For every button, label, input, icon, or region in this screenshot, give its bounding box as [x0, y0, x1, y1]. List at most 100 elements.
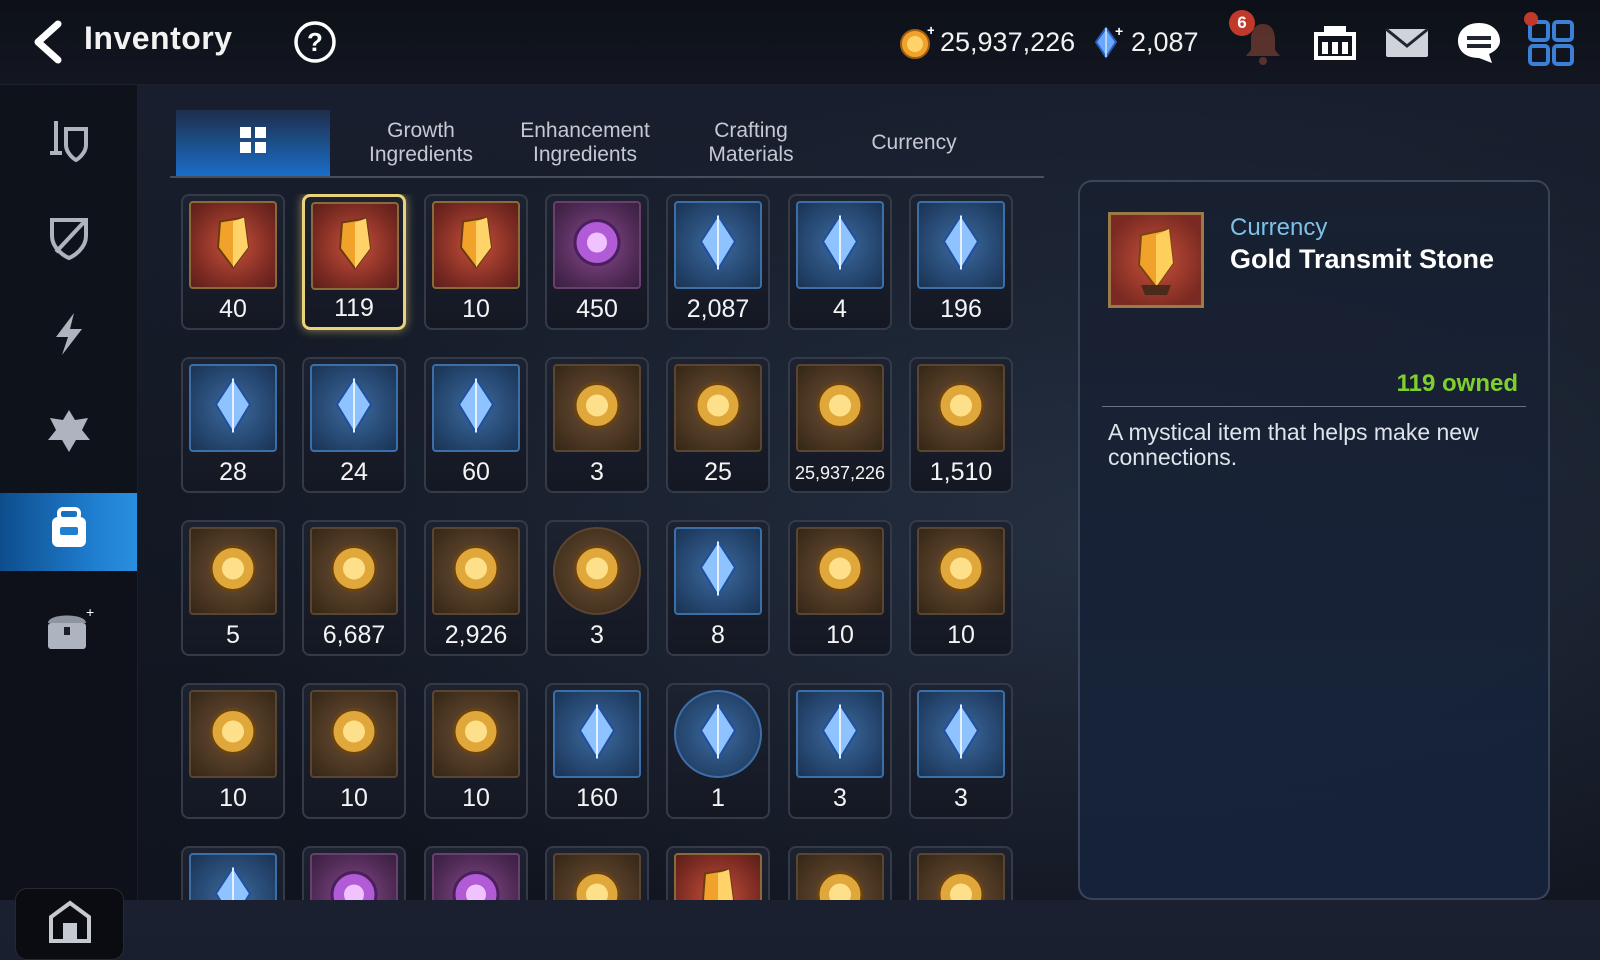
- item-slot[interactable]: 3: [909, 683, 1013, 819]
- item-slot[interactable]: 28: [181, 357, 285, 493]
- gem-currency[interactable]: + 2,087: [1089, 22, 1199, 62]
- item-quantity: 1,510: [929, 458, 993, 486]
- item-slot[interactable]: 25,937,226: [788, 357, 892, 493]
- gold-coin-icon: +: [898, 22, 935, 60]
- item-quantity: 2,926: [444, 621, 508, 649]
- item-slot[interactable]: 196: [909, 194, 1013, 330]
- item-slot[interactable]: 5: [181, 520, 285, 656]
- item-slot[interactable]: 10: [302, 683, 406, 819]
- item-quantity: 160: [576, 784, 618, 812]
- sidebar-item-artifacts[interactable]: [0, 200, 137, 278]
- item-frame: [674, 527, 762, 615]
- item-slot[interactable]: 1,510: [909, 357, 1013, 493]
- sidebar-item-catalysts[interactable]: [0, 297, 137, 375]
- item-slot[interactable]: [302, 846, 406, 900]
- item-slot[interactable]: 2,087: [666, 194, 770, 330]
- sidebar-item-chests[interactable]: +: [0, 593, 137, 671]
- chick-portrait-icon: [562, 534, 632, 609]
- back-arrow-icon[interactable]: [24, 18, 72, 66]
- item-frame: [189, 364, 277, 452]
- item-quantity: 28: [219, 458, 247, 486]
- item-slot[interactable]: 4: [788, 194, 892, 330]
- item-slot[interactable]: 10: [424, 194, 528, 330]
- sidebar-item-equipment[interactable]: [0, 103, 137, 181]
- item-slot[interactable]: 10: [788, 520, 892, 656]
- item-quantity: 450: [576, 295, 618, 323]
- gold-currency[interactable]: + 25,937,226: [898, 22, 1075, 62]
- item-slot[interactable]: [666, 846, 770, 900]
- green-heart-icon: [683, 371, 753, 446]
- mail-icon[interactable]: [1380, 16, 1434, 70]
- detail-divider: [1102, 406, 1526, 407]
- item-quantity: 24: [340, 458, 368, 486]
- item-slot[interactable]: 450: [545, 194, 649, 330]
- item-slot[interactable]: 8: [666, 520, 770, 656]
- item-slot[interactable]: 3: [545, 520, 649, 656]
- tab-enhancement-ingredients[interactable]: Enhancement Ingredients: [504, 110, 666, 176]
- item-slot[interactable]: 3: [545, 357, 649, 493]
- item-frame: [796, 853, 884, 900]
- tab-currency[interactable]: Currency: [834, 110, 994, 176]
- gold-coin-icon: [805, 371, 875, 446]
- item-frame: [432, 364, 520, 452]
- sidebar-item-runes[interactable]: [0, 394, 137, 472]
- gem-amount: 2,087: [1131, 26, 1199, 57]
- item-description: A mystical item that helps make new conn…: [1108, 419, 1479, 470]
- item-frame: [553, 853, 641, 900]
- item-slot[interactable]: 119: [302, 194, 406, 330]
- item-slot[interactable]: 160: [545, 683, 649, 819]
- item-slot[interactable]: 1: [666, 683, 770, 819]
- item-quantity: 40: [219, 295, 247, 323]
- crest-icon: [44, 406, 94, 461]
- svg-text:+: +: [1115, 24, 1123, 39]
- item-category: Currency: [1230, 214, 1328, 241]
- storage-button[interactable]: [15, 888, 124, 960]
- item-slot[interactable]: 10: [181, 683, 285, 819]
- crystal-icon: +: [1089, 23, 1125, 60]
- item-slot[interactable]: [181, 846, 285, 900]
- item-slot[interactable]: 6,687: [302, 520, 406, 656]
- item-slot[interactable]: [788, 846, 892, 900]
- tab-label: Currency: [871, 131, 957, 154]
- banner-icon: [198, 534, 268, 609]
- tab-divider: [170, 176, 1044, 178]
- item-slot[interactable]: 25: [666, 357, 770, 493]
- sword-seal-icon: [562, 371, 632, 446]
- item-slot[interactable]: 24: [302, 357, 406, 493]
- item-frame: [553, 364, 641, 452]
- item-quantity: 3: [954, 784, 968, 812]
- purple-badge-icon: [319, 860, 389, 900]
- item-slot[interactable]: 10: [424, 683, 528, 819]
- certificate-card-icon: [198, 371, 268, 446]
- item-slot[interactable]: [909, 846, 1013, 900]
- tab-growth-ingredients[interactable]: Growth Ingredients: [346, 110, 496, 176]
- grid-icon: [238, 125, 268, 161]
- item-slot[interactable]: 3: [788, 683, 892, 819]
- sidebar-item-inventory[interactable]: [0, 493, 137, 571]
- help-icon[interactable]: ?: [293, 20, 336, 63]
- item-slot[interactable]: [545, 846, 649, 900]
- chat-icon[interactable]: [1452, 16, 1506, 70]
- item-frame: [674, 690, 762, 778]
- pink-jewel-box-icon: [805, 697, 875, 772]
- item-frame: [432, 853, 520, 900]
- item-grid[interactable]: 40 119 10 450 2,087 4 196 28 24 60 3 25 25,937,226 1,…: [181, 194, 1041, 900]
- guild-hall-icon[interactable]: [1308, 16, 1362, 70]
- purple-badge-icon: [441, 860, 511, 900]
- item-slot[interactable]: 10: [909, 520, 1013, 656]
- item-frame: [310, 364, 398, 452]
- gold-transmit-stone-icon: [320, 209, 390, 284]
- yellow-rune-icon: [319, 697, 389, 772]
- blue-crystal-icon: [683, 208, 753, 283]
- bag-icon: [42, 503, 96, 562]
- item-slot[interactable]: 2,926: [424, 520, 528, 656]
- item-slot[interactable]: 40: [181, 194, 285, 330]
- item-frame: [432, 690, 520, 778]
- item-frame: [310, 690, 398, 778]
- item-quantity: 3: [590, 621, 604, 649]
- item-slot[interactable]: 60: [424, 357, 528, 493]
- item-slot[interactable]: [424, 846, 528, 900]
- item-frame: [189, 690, 277, 778]
- tab-all[interactable]: [176, 110, 330, 176]
- tab-crafting-materials[interactable]: Crafting Materials: [674, 110, 828, 176]
